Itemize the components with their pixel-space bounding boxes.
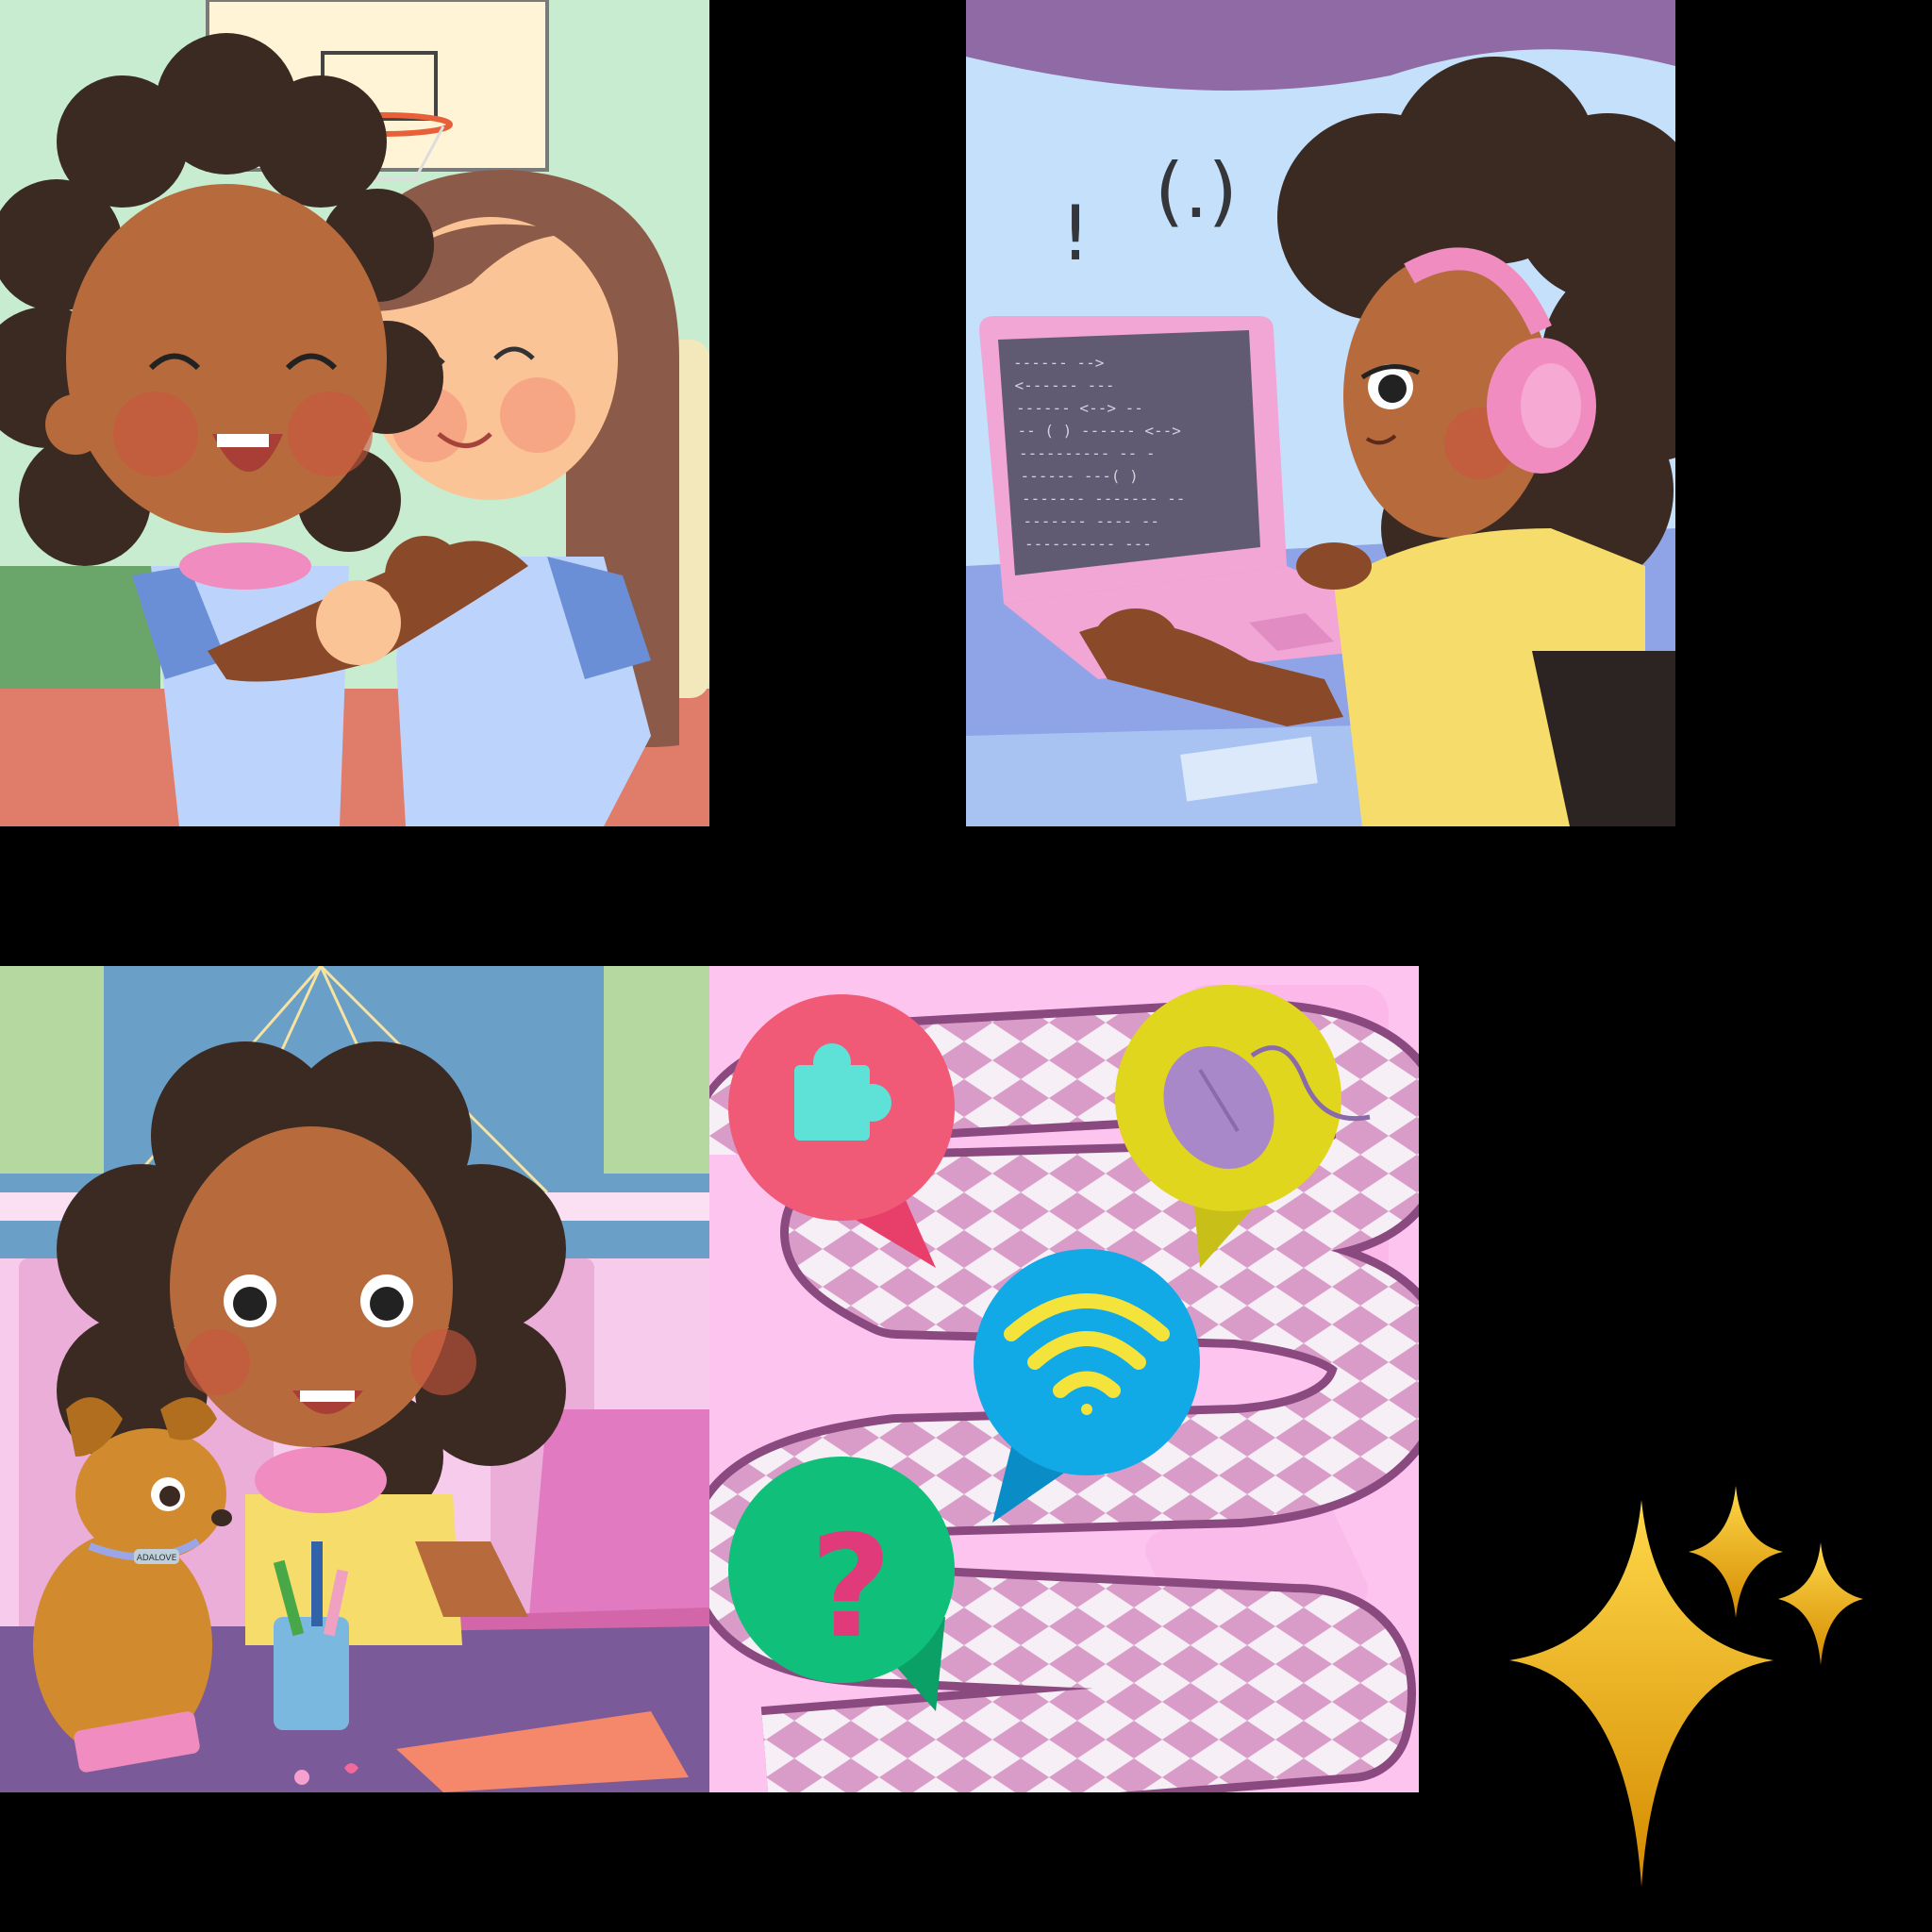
laptop-back: [528, 1409, 709, 1626]
desk-girl-pupil-right: [370, 1287, 404, 1321]
exclamation-symbol: !: [1060, 190, 1091, 277]
girl1-teeth: [217, 434, 269, 447]
code-line: -- ( ) ------ <-->: [1018, 422, 1181, 440]
panel-desk-illustration: ADALOVE: [0, 966, 709, 1792]
coder-hand-right: [1296, 542, 1372, 590]
curtain-left: [0, 966, 104, 1174]
code-line: ------- ------- --: [1022, 490, 1185, 508]
panel-path-illustration: ?: [709, 966, 1419, 1792]
sparkle-small-icon: [1778, 1542, 1863, 1665]
code-line: ------ -->: [1013, 354, 1104, 372]
coder-hand-left: [1093, 608, 1178, 675]
dog-pupil: [159, 1486, 180, 1507]
fist-bump-dark: [385, 536, 464, 615]
sparkle-medium-icon: [1689, 1486, 1783, 1618]
girl2-blush-right: [500, 377, 575, 453]
desk-girl-blush-left: [184, 1329, 250, 1395]
path-scene: ?: [709, 966, 1419, 1792]
code-line: ------ <--> --: [1016, 399, 1143, 417]
dog-nose: [211, 1509, 232, 1526]
panel-friends-illustration: [0, 0, 709, 826]
pen-blue: [311, 1541, 323, 1626]
girl1-face: [66, 184, 387, 533]
girl1-headphones: [179, 542, 311, 590]
desk-girl-teeth: [300, 1391, 355, 1402]
brackets-symbol: (.): [1155, 147, 1238, 235]
question-icon: ?: [809, 1506, 891, 1670]
girl1-blush-left: [113, 391, 198, 476]
code-line: <------ ---: [1015, 376, 1115, 394]
code-line: ------- ---- --: [1024, 512, 1160, 530]
desk-girl-blush-right: [410, 1329, 476, 1395]
coding-scene: ! (.) ------ --> <------ --- ------ <--> -…: [966, 0, 1675, 826]
panel-coding-illustration: ! (.) ------ --> <------ --- ------ <--> -…: [966, 0, 1675, 826]
friends-scene: [0, 0, 709, 826]
code-line: ---------- -- -: [1019, 444, 1156, 462]
fist-bump-light: [316, 580, 401, 665]
sparkles: [1500, 1472, 1877, 1896]
pencil-cup: [274, 1617, 349, 1730]
dog-tag-text: ADALOVE: [137, 1554, 177, 1563]
code-line: ---------- ---: [1024, 535, 1152, 553]
girl1-ear: [45, 394, 106, 455]
curtain-right: [604, 966, 709, 1174]
code-line: ------ ---( ): [1021, 467, 1139, 485]
desk-girl-headphones: [255, 1447, 387, 1513]
desk-scene: ADALOVE: [0, 966, 709, 1792]
flower-charm: [294, 1770, 309, 1785]
sparkle-icon: [1509, 1486, 1863, 1887]
desk-girl-pupil-left: [233, 1287, 267, 1321]
coder-eye-pupil: [1378, 375, 1407, 403]
headphones-earcup-inner: [1521, 363, 1581, 448]
girl1-blush-right: [288, 391, 373, 476]
